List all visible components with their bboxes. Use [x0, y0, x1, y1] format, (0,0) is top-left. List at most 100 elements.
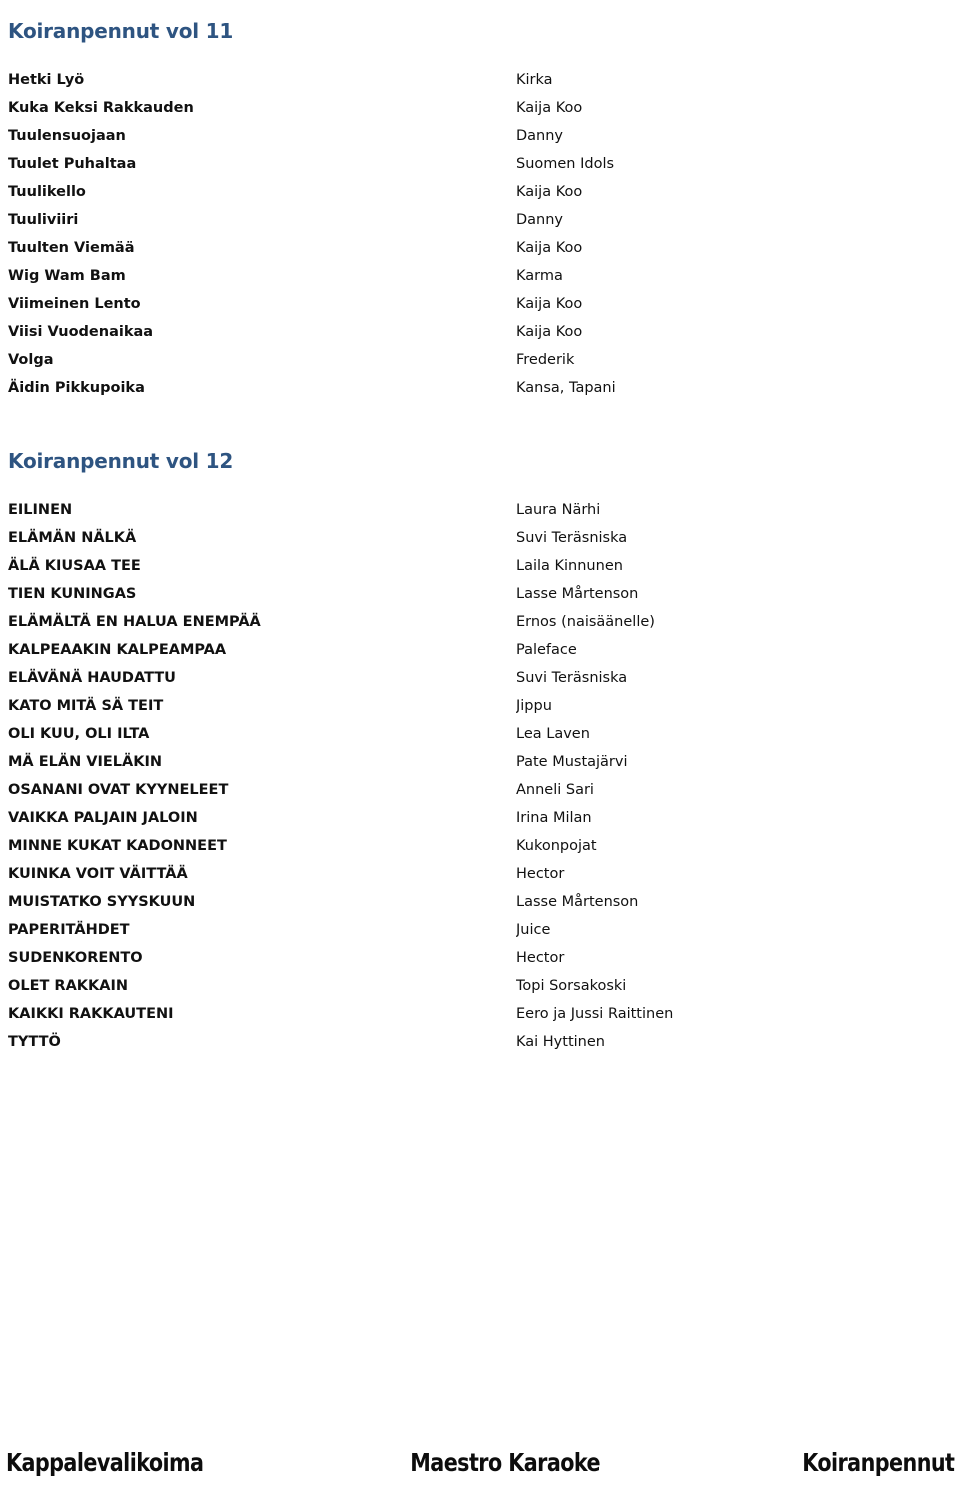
track-title: Hetki Lyö [8, 72, 85, 88]
track-title: ÄLÄ KIUSAA TEE [8, 558, 141, 574]
document-page: Koiranpennut vol 11 Hetki Lyö Kirka Kuka K… [0, 0, 960, 1491]
track-row: ELÄVÄNÄ HAUDATTU Suvi Teräsniska [8, 664, 952, 692]
track-artist: Laura Närhi [516, 502, 601, 518]
track-artist: Lasse Mårtenson [516, 894, 639, 910]
track-row: SUDENKORENTO Hector [8, 944, 952, 972]
document-content: Koiranpennut vol 11 Hetki Lyö Kirka Kuka K… [0, 0, 960, 1056]
track-title: MÄ ELÄN VIELÄKIN [8, 754, 162, 770]
track-artist: Danny [516, 128, 564, 144]
track-row: Tuulten Viemää Kaija Koo [8, 234, 952, 262]
track-artist: Kai Hyttinen [516, 1034, 605, 1050]
track-row: KALPEAAKIN KALPEAMPAA Paleface [8, 636, 952, 664]
track-title: Kuka Keksi Rakkauden [8, 100, 194, 116]
track-artist: Anneli Sari [516, 782, 594, 798]
track-artist: Laila Kinnunen [516, 558, 623, 574]
track-artist: Danny [516, 212, 564, 228]
track-artist: Kirka [516, 72, 553, 88]
track-row: TIEN KUNINGAS Lasse Mårtenson [8, 580, 952, 608]
track-row: OSANANI OVAT KYYNELEET Anneli Sari [8, 776, 952, 804]
track-artist: Hector [516, 950, 565, 966]
track-row: Kuka Keksi Rakkauden Kaija Koo [8, 94, 952, 122]
track-row: Tuulikello Kaija Koo [8, 178, 952, 206]
track-artist: Kaija Koo [516, 296, 583, 312]
track-title: Viimeinen Lento [8, 296, 141, 312]
track-artist: Juice [516, 922, 551, 938]
track-title: TYTTÖ [8, 1034, 61, 1050]
track-row: Äidin Pikkupoika Kansa, Tapani [8, 374, 952, 402]
track-row: Tuulensuojaan Danny [8, 122, 952, 150]
track-row: ÄLÄ KIUSAA TEE Laila Kinnunen [8, 552, 952, 580]
track-row: EILINEN Laura Närhi [8, 496, 952, 524]
track-row: ELÄMÄLTÄ EN HALUA ENEMPÄÄ Ernos (naisääne… [8, 608, 952, 636]
track-artist: Suvi Teräsniska [516, 670, 628, 686]
track-artist: Hector [516, 866, 565, 882]
track-row: Volga Frederik [8, 346, 952, 374]
track-artist: Pate Mustajärvi [516, 754, 628, 770]
track-title: KATO MITÄ SÄ TEIT [8, 698, 164, 714]
track-title: ELÄVÄNÄ HAUDATTU [8, 670, 176, 686]
track-artist: Topi Sorsakoski [516, 978, 627, 994]
track-artist: Kaija Koo [516, 324, 583, 340]
track-row: VAIKKA PALJAIN JALOIN Irina Milan [8, 804, 952, 832]
track-title: Tuulikello [8, 184, 86, 200]
track-title: PAPERITÄHDET [8, 922, 130, 938]
track-title: Volga [8, 352, 54, 368]
track-title: Viisi Vuodenaikaa [8, 324, 154, 340]
track-title: MINNE KUKAT KADONNEET [8, 838, 227, 854]
track-artist: Kukonpojat [516, 838, 597, 854]
track-artist: Jippu [516, 698, 552, 714]
track-title: Wig Wam Bam [8, 268, 126, 284]
track-row: ELÄMÄN NÄLKÄ Suvi Teräsniska [8, 524, 952, 552]
track-title: Äidin Pikkupoika [8, 380, 145, 396]
track-row: Hetki Lyö Kirka [8, 66, 952, 94]
track-title: KUINKA VOIT VÄITTÄÄ [8, 866, 188, 882]
track-row: Tuulet Puhaltaa Suomen Idols [8, 150, 952, 178]
track-row: KAIKKI RAKKAUTENI Eero ja Jussi Raittinen [8, 1000, 952, 1028]
footer-right-label: Koiranpennut [801, 1448, 955, 1477]
track-row: KATO MITÄ SÄ TEIT Jippu [8, 692, 952, 720]
track-artist: Lea Laven [516, 726, 590, 742]
track-list-vol12: EILINEN Laura Närhi ELÄMÄN NÄLKÄ Suvi Teräs… [8, 496, 952, 1056]
track-artist: Frederik [516, 352, 575, 368]
track-title: ELÄMÄLTÄ EN HALUA ENEMPÄÄ [8, 614, 261, 630]
track-title: SUDENKORENTO [8, 950, 143, 966]
album-section-vol12: Koiranpennut vol 12 EILINEN Laura Närhi EL… [8, 442, 952, 1056]
track-row: MUISTATKO SYYSKUUN Lasse Mårtenson [8, 888, 952, 916]
track-title: EILINEN [8, 502, 73, 518]
page-footer: Kappalevalikoima Maestro Karaoke Koiranp… [0, 1448, 960, 1477]
track-row: Wig Wam Bam Karma [8, 262, 952, 290]
track-artist: Paleface [516, 642, 577, 658]
track-title: OSANANI OVAT KYYNELEET [8, 782, 229, 798]
track-title: Tuulensuojaan [8, 128, 126, 144]
track-title: Tuuliviiri [8, 212, 79, 228]
track-title: Tuulten Viemää [8, 240, 135, 256]
track-title: VAIKKA PALJAIN JALOIN [8, 810, 198, 826]
track-artist: Karma [516, 268, 563, 284]
track-artist: Suomen Idols [516, 156, 615, 172]
footer-left-label: Kappalevalikoima [6, 1448, 204, 1477]
track-title: MUISTATKO SYYSKUUN [8, 894, 196, 910]
track-row: PAPERITÄHDET Juice [8, 916, 952, 944]
track-title: KALPEAAKIN KALPEAMPAA [8, 642, 227, 658]
track-artist: Suvi Teräsniska [516, 530, 628, 546]
track-artist: Eero ja Jussi Raittinen [516, 1006, 674, 1022]
track-title: KAIKKI RAKKAUTENI [8, 1006, 174, 1022]
track-artist: Kansa, Tapani [516, 380, 616, 396]
track-row: TYTTÖ Kai Hyttinen [8, 1028, 952, 1056]
track-title: OLET RAKKAIN [8, 978, 129, 994]
album-section-vol11: Koiranpennut vol 11 Hetki Lyö Kirka Kuka K… [8, 12, 952, 402]
track-title: OLI KUU, OLI ILTA [8, 726, 150, 742]
track-row: Viimeinen Lento Kaija Koo [8, 290, 952, 318]
track-title: Tuulet Puhaltaa [8, 156, 137, 172]
track-title: TIEN KUNINGAS [8, 586, 137, 602]
track-artist: Ernos (naisäänelle) [516, 614, 655, 630]
track-row: Viisi Vuodenaikaa Kaija Koo [8, 318, 952, 346]
track-artist: Kaija Koo [516, 100, 583, 116]
track-artist: Kaija Koo [516, 184, 583, 200]
track-row: MINNE KUKAT KADONNEET Kukonpojat [8, 832, 952, 860]
track-title: ELÄMÄN NÄLKÄ [8, 530, 137, 546]
track-row: Tuuliviiri Danny [8, 206, 952, 234]
track-row: OLET RAKKAIN Topi Sorsakoski [8, 972, 952, 1000]
